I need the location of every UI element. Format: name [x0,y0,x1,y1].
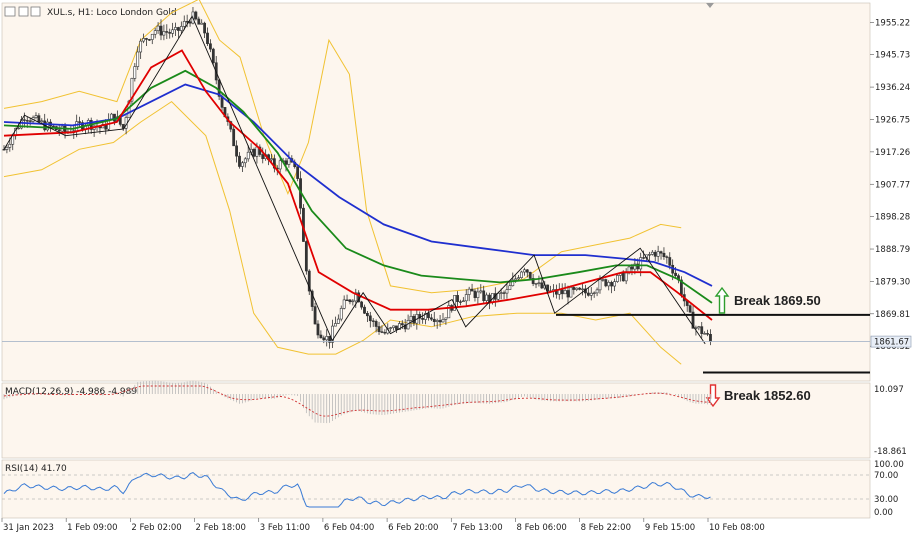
trading-chart-window: XUL.s, H1: Loco London Gold Break 1869.5… [0,0,920,537]
price-tick-label: 1945.73 [875,51,910,61]
rsi-pane[interactable] [1,459,871,519]
rsi-label: RSI(14) 41.70 [5,464,67,474]
time-tick-label: 31 Jan 2023 [3,523,54,533]
chart-canvas[interactable]: XUL.s, H1: Loco London Gold Break 1869.5… [0,0,920,537]
indicator-icon[interactable] [30,6,41,17]
chart-header: XUL.s, H1: Loco London Gold [4,6,177,18]
rsi-level-70-label: 70.00 [874,471,898,481]
chart-type-icon[interactable] [18,6,29,17]
price-tick-label: 1879.30 [875,277,910,287]
current-price-text: 1861.67 [874,338,909,348]
candle [302,204,305,242]
time-tick-label: 1 Feb 09:00 [67,523,117,533]
price-axis[interactable]: 1955.22 1945.73 1936.24 1926.75 1917.26 1907.… [870,18,910,352]
price-tick-label: 1917.26 [875,148,910,158]
rsi-level-30-label: 30.00 [874,495,898,505]
break-down-label: Break 1852.60 [724,388,811,403]
time-tick-label: 9 Feb 15:00 [645,523,695,533]
time-tick-label: 8 Feb 06:00 [516,523,566,533]
candle [232,126,236,147]
candle [616,273,619,283]
price-tick-label: 1898.28 [875,213,910,223]
rsi-level-0: 0.00 [874,508,893,518]
break-up-label: Break 1869.50 [734,293,821,308]
time-tick-label: 3 Feb 11:00 [260,523,310,533]
price-tick-label: 1907.77 [875,180,910,190]
candle [252,147,256,158]
macd-label: MACD(12,26,9) -4.986 -4.989 [5,387,137,397]
candle [604,278,608,288]
time-tick-label: 8 Feb 22:00 [581,523,631,533]
candle [304,240,308,275]
price-tick-label: 1888.79 [875,245,910,255]
time-tick-label: 2 Feb 18:00 [196,523,246,533]
time-tick-label: 6 Feb 20:00 [388,523,438,533]
price-tick-label: 1869.81 [875,310,910,320]
time-tick-label: 7 Feb 13:00 [452,523,502,533]
symbol-icon[interactable] [4,6,16,17]
macd-scale-top: 10.097 [874,385,904,395]
price-tick-label: 1926.75 [875,115,910,125]
macd-scale-bottom: -18.861 [874,447,907,457]
rsi-level-100: 100.00 [874,460,904,470]
time-tick-label: 2 Feb 02:00 [131,523,181,533]
time-axis[interactable]: 31 Jan 2023 1 Feb 09:00 2 Feb 02:00 2 Feb 1… [1,518,765,533]
candle [528,271,532,280]
candle [307,269,311,295]
price-tick-label: 1955.22 [875,18,910,28]
price-tick-label: 1936.24 [875,83,910,93]
current-price-badge: 1861.67 [870,335,912,348]
chart-title: XUL.s, H1: Loco London Gold [47,8,177,18]
candle [194,10,198,21]
candle [688,304,692,314]
time-tick-label: 6 Feb 04:00 [324,523,374,533]
main-pane[interactable] [1,2,871,382]
time-tick-label: 10 Feb 08:00 [709,523,765,533]
candle [520,270,523,279]
